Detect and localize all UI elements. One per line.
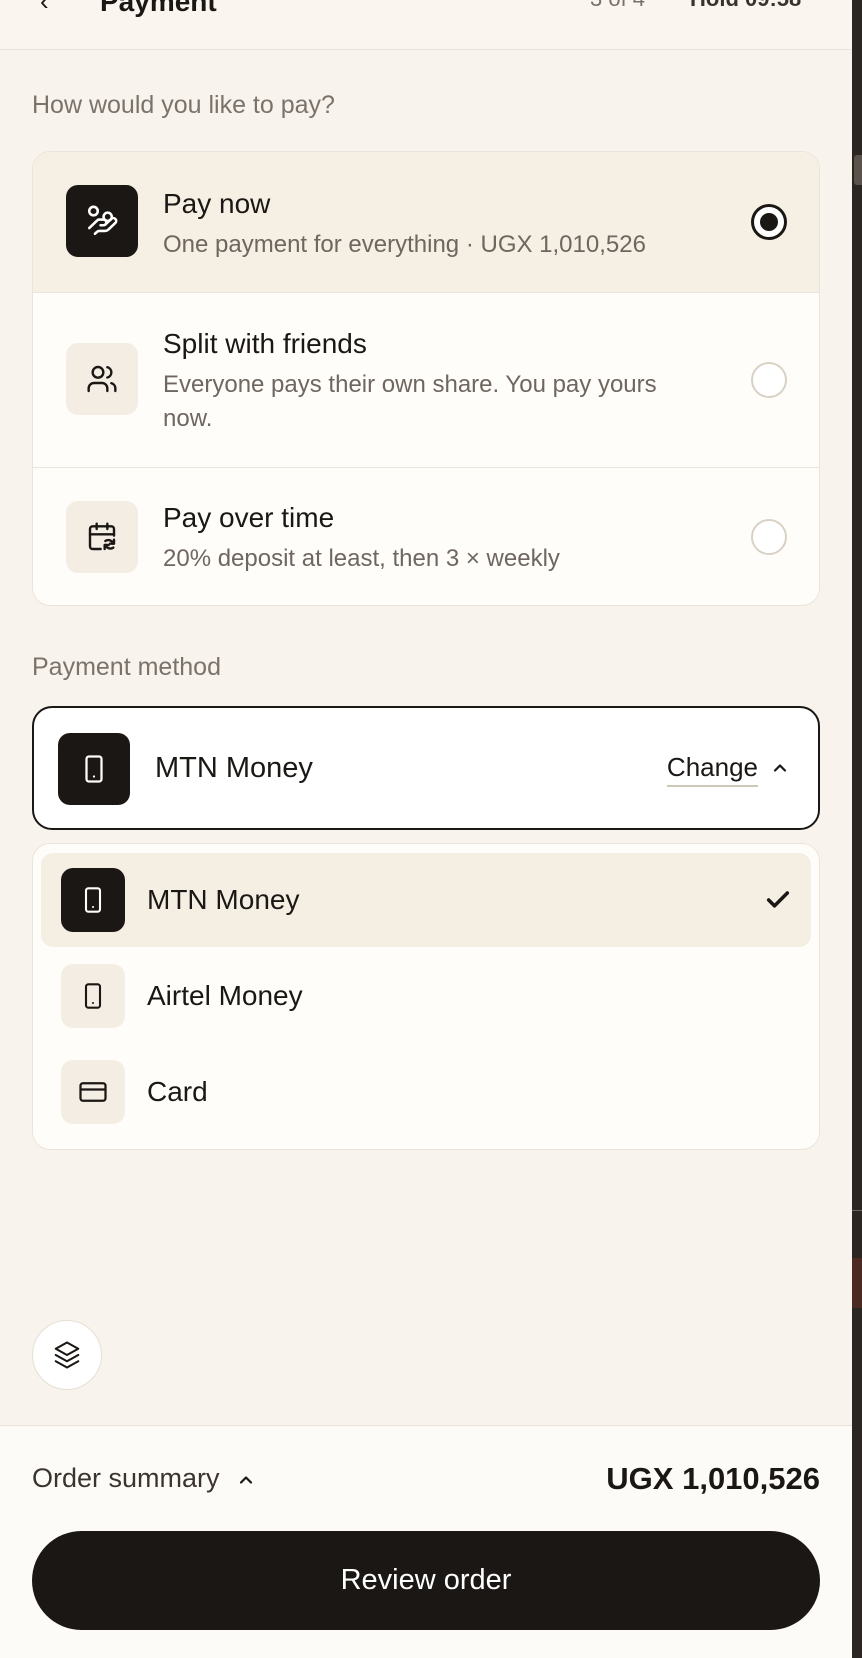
checkout-footer: Order summary UGX 1,010,526 Review order [0, 1425, 852, 1658]
method-name: MTN Money [155, 752, 313, 784]
layers-icon [54, 1341, 80, 1369]
change-method-link[interactable]: Change [666, 752, 758, 787]
review-order-button[interactable]: Review order [32, 1531, 820, 1630]
order-summary-toggle[interactable]: Order summary [32, 1463, 220, 1494]
back-arrow-icon[interactable]: ‹ [40, 0, 49, 17]
option-desc: One payment for everything · UGX 1,010,5… [163, 231, 646, 258]
option-desc: 20% deposit at least, then 3 × weekly [163, 545, 560, 572]
option-title: Pay over time [163, 502, 335, 533]
chevron-up-icon[interactable] [236, 1470, 256, 1490]
top-bar: ‹ Payment 3 of 4 Hold 09:58 [0, 0, 852, 50]
window-edge [852, 0, 862, 1658]
payment-method-list: MTN Money Airtel Money Card [32, 843, 820, 1150]
chevron-up-icon[interactable] [770, 758, 790, 778]
option-desc: Everyone pays their own share. You pay y… [163, 371, 657, 432]
calendar-sync-icon [66, 501, 138, 573]
smartphone-icon [58, 733, 130, 805]
page-title: Payment [100, 0, 217, 17]
layers-button[interactable] [32, 1320, 102, 1390]
method-section-label: Payment method [32, 653, 221, 681]
check-icon [766, 891, 790, 908]
payment-plan-options: Pay now One payment for everything · UGX… [32, 151, 820, 606]
pay-section-label: How would you like to pay? [32, 91, 335, 119]
option-pay-over-time[interactable]: Pay over time 20% deposit at least, then… [33, 468, 819, 605]
radio-unselected[interactable] [751, 362, 787, 398]
hold-timer: Hold 09:58 [690, 0, 801, 12]
radio-unselected[interactable] [751, 519, 787, 555]
method-option-label: Card [147, 1076, 208, 1107]
option-pay-now[interactable]: Pay now One payment for everything · UGX… [33, 152, 819, 293]
method-option-label: MTN Money [147, 884, 300, 915]
order-total: UGX 1,010,526 [606, 1461, 820, 1496]
option-split[interactable]: Split with friends Everyone pays their o… [33, 293, 819, 468]
payment-screen: ‹ Payment 3 of 4 Hold 09:58 How would yo… [0, 0, 852, 1658]
credit-card-icon [61, 1060, 125, 1124]
method-option-label: Airtel Money [147, 980, 303, 1011]
users-icon [66, 343, 138, 415]
method-option-card[interactable]: Card [41, 1045, 811, 1139]
selected-payment-method[interactable]: MTN Money Change [32, 706, 820, 830]
smartphone-icon [61, 964, 125, 1028]
method-option-airtel[interactable]: Airtel Money [41, 949, 811, 1043]
option-title: Pay now [163, 188, 271, 219]
step-indicator: 3 of 4 [590, 0, 645, 12]
method-option-mtn[interactable]: MTN Money [41, 853, 811, 947]
hand-coins-icon [66, 185, 138, 257]
smartphone-icon [61, 868, 125, 932]
option-title: Split with friends [163, 328, 367, 359]
radio-selected[interactable] [751, 204, 787, 240]
